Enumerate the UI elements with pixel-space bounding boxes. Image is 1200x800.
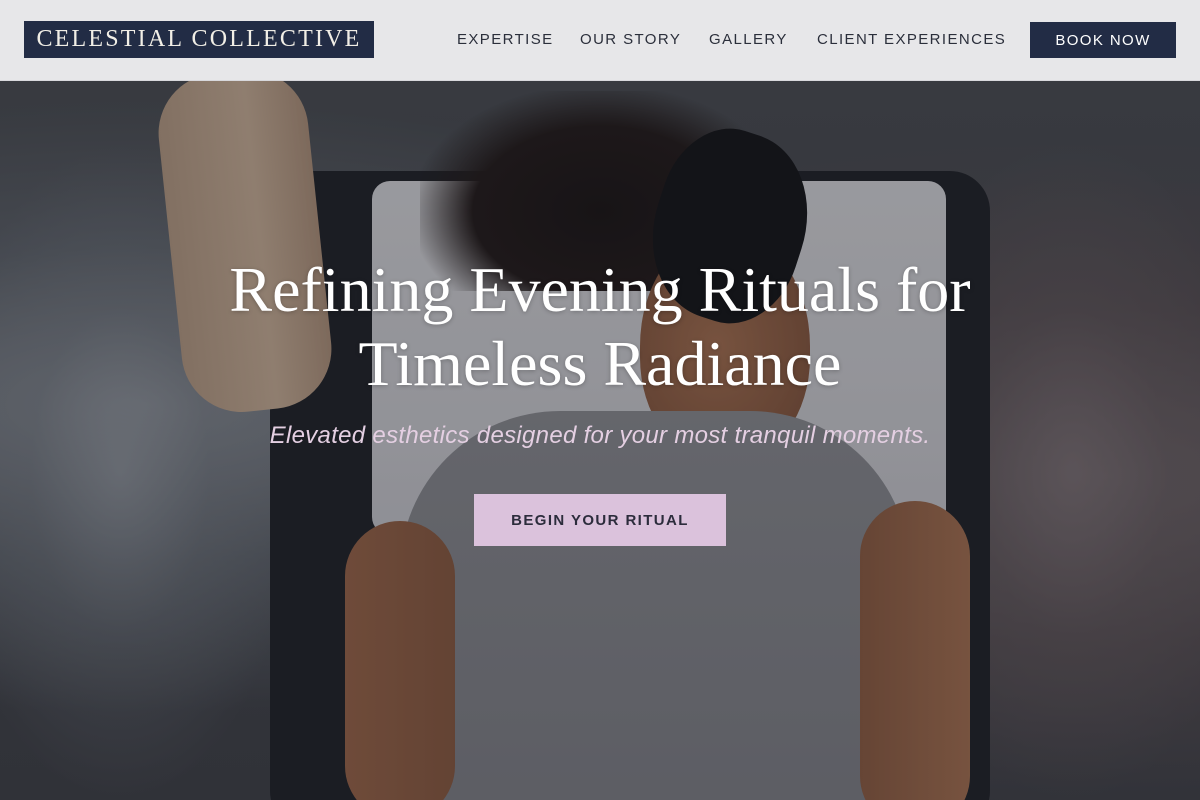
nav-link-client-experiences[interactable]: CLIENT EXPERIENCES: [817, 31, 1006, 48]
main-nav: EXPERTISE OUR STORY GALLERY CLIENT EXPER…: [0, 0, 1200, 81]
hero-content: Refining Evening Rituals for Timeless Ra…: [0, 81, 1200, 800]
hero-title-line-2: Timeless Radiance: [358, 328, 842, 399]
hero-subtitle: Elevated esthetics designed for your mos…: [269, 422, 931, 449]
book-now-button[interactable]: BOOK NOW: [1030, 22, 1176, 58]
site-header: CELESTIAL COLLECTIVE EXPERTISE OUR STORY…: [0, 0, 1200, 81]
hero-title-line-1: Refining Evening Rituals for: [229, 254, 971, 325]
nav-link-gallery[interactable]: GALLERY: [709, 31, 788, 48]
begin-your-ritual-button[interactable]: BEGIN YOUR RITUAL: [474, 494, 726, 546]
nav-link-expertise[interactable]: EXPERTISE: [457, 31, 554, 48]
nav-link-our-story[interactable]: OUR STORY: [580, 31, 681, 48]
hero-title: Refining Evening Rituals for Timeless Ra…: [100, 253, 1100, 401]
